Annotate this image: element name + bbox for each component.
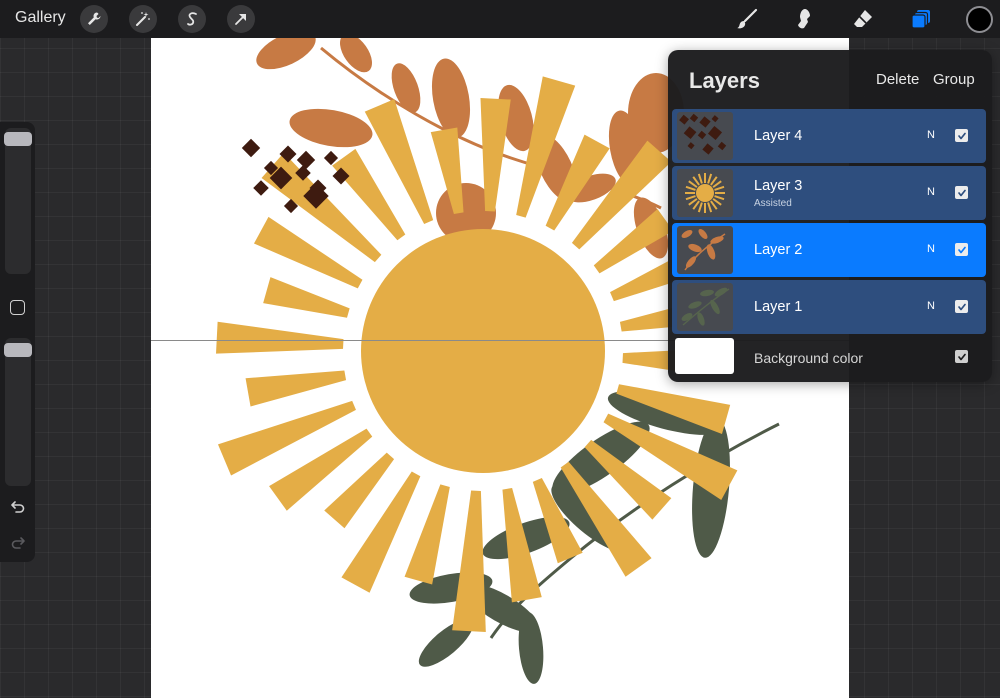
sun-ray <box>245 370 347 407</box>
sun-disc <box>361 229 605 473</box>
smudge-button[interactable] <box>790 5 818 33</box>
checkmark-icon <box>957 189 966 196</box>
eraser-button[interactable] <box>849 5 877 33</box>
eraser-icon <box>854 10 872 27</box>
brush-icon <box>737 8 758 29</box>
orange-leaf <box>431 58 471 138</box>
layers-button[interactable] <box>907 5 935 33</box>
selection-button[interactable] <box>178 5 206 33</box>
blend-mode-button[interactable]: N <box>927 186 935 198</box>
brush-size-slider[interactable] <box>5 128 31 274</box>
layer-name: Layer 2 <box>754 242 803 258</box>
sun-ray <box>216 321 344 354</box>
transform-button[interactable] <box>227 5 255 33</box>
checkmark-icon <box>957 246 966 253</box>
opacity-slider[interactable] <box>5 338 31 486</box>
background-color-swatch[interactable] <box>675 338 734 374</box>
layer-name: Layer 1 <box>754 299 803 315</box>
modify-square-button[interactable] <box>10 300 25 315</box>
blend-mode-button[interactable]: N <box>927 243 935 255</box>
sun-ray <box>452 490 486 632</box>
gallery-button[interactable]: Gallery <box>15 9 66 27</box>
layer-thumbnail <box>677 226 733 274</box>
background-visibility-checkbox[interactable] <box>955 350 968 363</box>
sun-thumbnail <box>685 173 725 213</box>
layers-panel: Layers Delete Group Layer 4 N Layer 3 As… <box>668 50 992 382</box>
confetti-thumbnail <box>679 113 727 155</box>
layer-thumbnail <box>677 112 733 160</box>
orange-leaf <box>289 108 373 148</box>
orange-leaf <box>256 38 316 70</box>
layer-name: Layer 3 <box>754 178 803 194</box>
checkmark-icon <box>957 353 966 360</box>
layer-row-1[interactable]: Layer 1 N <box>672 280 986 334</box>
selection-icon <box>187 12 197 26</box>
magic-wand-icon <box>136 12 150 26</box>
confetti-square <box>253 180 269 196</box>
sun-ray <box>263 277 350 318</box>
layer-row-4[interactable]: Layer 4 N <box>672 109 986 163</box>
smudge-icon <box>798 9 810 29</box>
undo-icon <box>11 501 25 513</box>
background-color-label: Background color <box>754 350 863 366</box>
redo-icon <box>11 537 25 549</box>
top-toolbar: Gallery <box>0 0 1000 38</box>
layer-row-3[interactable]: Layer 3 Assisted N <box>672 166 986 220</box>
group-button[interactable]: Group <box>933 71 975 88</box>
delete-button[interactable]: Delete <box>876 71 919 88</box>
opacity-handle[interactable] <box>4 343 32 357</box>
orange-leaves-thumbnail <box>681 229 726 271</box>
sun-ray <box>480 98 511 212</box>
transform-arrow-icon <box>235 14 246 25</box>
layer-visibility-checkbox[interactable] <box>955 186 968 199</box>
orange-leaf <box>340 38 372 73</box>
layer-thumbnail <box>677 169 733 217</box>
checkmark-icon <box>957 303 966 310</box>
side-toolbar <box>0 122 35 562</box>
brush-button[interactable] <box>733 5 761 33</box>
layers-icon <box>911 10 930 29</box>
confetti-square <box>296 150 316 170</box>
wrench-icon <box>88 12 101 25</box>
layer-subtitle: Assisted <box>754 198 792 209</box>
layer-name: Layer 4 <box>754 128 803 144</box>
checkmark-icon <box>957 132 966 139</box>
background-color-row[interactable]: Background color <box>672 334 986 380</box>
layer-visibility-checkbox[interactable] <box>955 129 968 142</box>
layer-row-2[interactable]: Layer 2 N <box>672 223 986 277</box>
brush-size-handle[interactable] <box>4 132 32 146</box>
adjustments-button[interactable] <box>129 5 157 33</box>
layer-visibility-checkbox[interactable] <box>955 243 968 256</box>
orange-leaf-branch <box>256 38 684 259</box>
layer-visibility-checkbox[interactable] <box>955 300 968 313</box>
blend-mode-button[interactable]: N <box>927 300 935 312</box>
actions-button[interactable] <box>80 5 108 33</box>
green-leaves-thumbnail <box>681 287 730 326</box>
panel-title: Layers <box>689 68 760 93</box>
undo-button[interactable] <box>8 496 28 516</box>
layer-thumbnail <box>677 283 733 331</box>
confetti-square <box>241 138 261 158</box>
redo-button[interactable] <box>8 532 28 552</box>
color-picker-button[interactable] <box>966 6 993 33</box>
sun-ray <box>404 484 450 585</box>
blend-mode-button[interactable]: N <box>927 129 935 141</box>
